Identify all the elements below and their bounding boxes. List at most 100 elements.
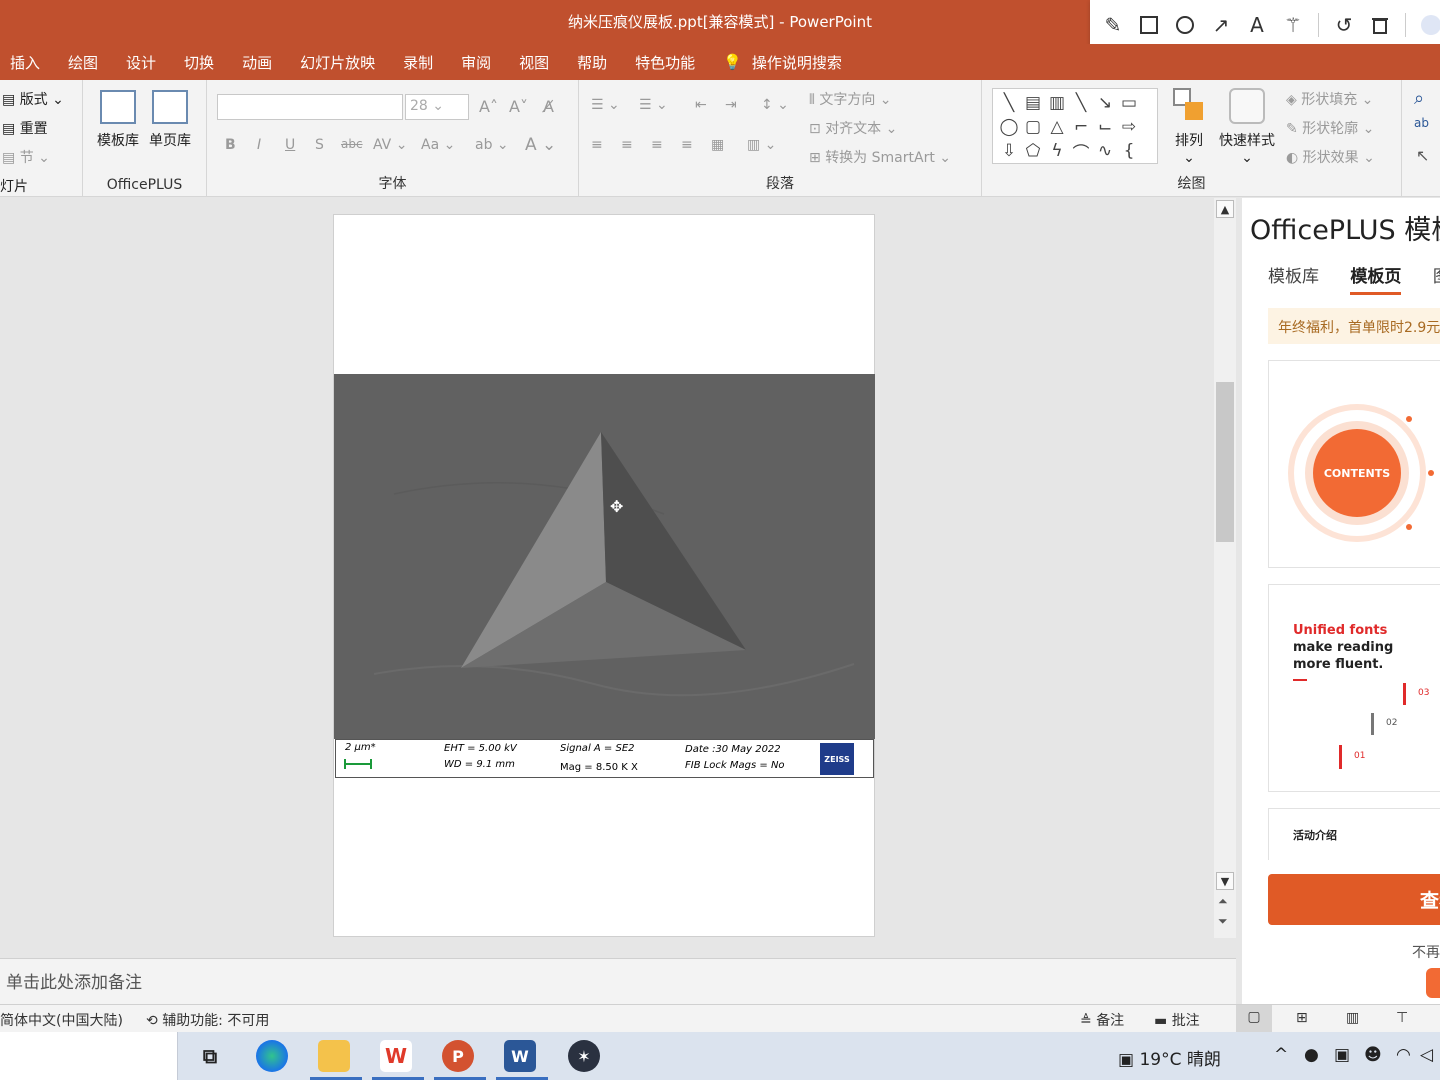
numbering-icon[interactable]: ☰ ⌄ xyxy=(639,97,668,113)
line-spacing-icon[interactable]: ↕ ⌄ xyxy=(761,97,789,113)
reading-view-icon[interactable]: ▥ xyxy=(1346,1010,1359,1026)
rounded-rect-shape-icon[interactable]: ▢ xyxy=(1021,115,1045,139)
align-text-button[interactable]: ⊡ 对齐文本 ⌄ xyxy=(809,118,897,138)
comments-toggle[interactable]: ▬ 批注 xyxy=(1154,1010,1200,1030)
decrease-indent-icon[interactable]: ⇤ xyxy=(695,97,707,113)
oval-shape-icon[interactable]: ◯ xyxy=(997,115,1021,139)
elbow-shape-icon[interactable]: ⌙ xyxy=(1093,115,1117,139)
convert-smartart-button[interactable]: ⊞ 转换为 SmartArt ⌄ xyxy=(809,147,951,167)
text-icon[interactable]: A xyxy=(1246,13,1268,37)
textbox-shape-icon[interactable]: ▤ xyxy=(1021,91,1045,115)
distribute-icon[interactable]: ▦ xyxy=(711,137,724,153)
line-shape-icon[interactable]: ╲ xyxy=(997,91,1021,115)
pencil-icon[interactable]: ✎ xyxy=(1102,13,1124,37)
tab-draw[interactable]: 绘图 xyxy=(68,52,98,73)
taskbar-search[interactable] xyxy=(0,1032,178,1080)
microphone-icon[interactable]: ● xyxy=(1304,1045,1319,1065)
notes-pane[interactable]: 单击此处添加备注 xyxy=(0,958,1236,1004)
lightning-shape-icon[interactable]: ϟ xyxy=(1045,139,1069,163)
triangle-shape-icon[interactable]: △ xyxy=(1045,115,1069,139)
highlight-icon[interactable]: ab ⌄ xyxy=(475,137,509,153)
quick-styles-button[interactable]: 快速样式 ⌄ xyxy=(1216,88,1278,166)
scroll-thumb[interactable] xyxy=(1216,382,1234,542)
arrow-shape-icon[interactable]: ↘ xyxy=(1093,91,1117,115)
tab-view[interactable]: 视图 xyxy=(519,52,549,73)
undo-icon[interactable]: ↺ xyxy=(1333,13,1355,37)
page-library-button[interactable]: 单页库 xyxy=(147,90,193,150)
magic-wand-icon[interactable]: ⚚ xyxy=(1282,13,1304,37)
font-shrink-icon[interactable]: A˅ xyxy=(509,97,528,116)
panel-tab-library[interactable]: 模板库 xyxy=(1268,267,1319,287)
shapes-gallery[interactable]: ╲ ▤ ▥ ╲ ↘ ▭ ◯ ▢ △ ⌐ ⌙ ⇨ ⇩ ⬠ ϟ ⌒ ∿{ xyxy=(992,88,1158,164)
tab-insert[interactable]: 插入 xyxy=(10,52,40,73)
arrow-icon[interactable]: ↗ xyxy=(1210,13,1232,37)
tell-me-search[interactable]: 操作说明搜索 xyxy=(752,52,842,73)
brace-shape-icon[interactable]: { xyxy=(1117,139,1141,163)
view-button[interactable]: 查看 xyxy=(1268,874,1440,925)
normal-view-icon[interactable]: ▢ xyxy=(1236,1005,1272,1032)
language-status[interactable]: 简体中文(中国大陆) xyxy=(0,1010,123,1030)
scroll-up-icon[interactable]: ▲ xyxy=(1216,200,1234,218)
rect-shape-icon[interactable]: ▭ xyxy=(1117,91,1141,115)
font-name-field[interactable] xyxy=(217,94,403,120)
font-grow-icon[interactable]: A˄ xyxy=(479,97,498,116)
wifi-icon[interactable]: ◠ xyxy=(1396,1045,1411,1065)
panel-tab-pages[interactable]: 模板页 xyxy=(1350,267,1402,295)
arc-shape-icon[interactable]: ⌒ xyxy=(1069,139,1093,164)
clear-format-icon[interactable]: A̸ xyxy=(543,97,554,116)
columns-icon[interactable]: ▥ ⌄ xyxy=(747,137,776,153)
curve-shape-icon[interactable]: ∿ xyxy=(1093,139,1117,163)
tab-help[interactable]: 帮助 xyxy=(577,52,607,73)
arrange-button[interactable]: 排列 ⌄ xyxy=(1168,88,1210,166)
officeplus-badge-icon[interactable] xyxy=(1426,968,1440,998)
task-view-icon[interactable]: ⧉ xyxy=(194,1040,226,1072)
increase-indent-icon[interactable]: ⇥ xyxy=(725,97,737,113)
dismiss-link[interactable]: 不再 xyxy=(1412,942,1440,962)
notes-toggle[interactable]: ≜ 备注 xyxy=(1080,1010,1124,1030)
select-icon[interactable]: ↖ xyxy=(1416,146,1429,165)
file-explorer-icon[interactable] xyxy=(318,1040,350,1072)
promo-banner[interactable]: 年终福利，首单限时2.9元 xyxy=(1268,308,1440,344)
line2-shape-icon[interactable]: ╲ xyxy=(1069,91,1093,115)
weather-widget[interactable]: ▣ 19°C 晴朗 xyxy=(1118,1045,1221,1070)
italic-icon[interactable]: I xyxy=(257,137,261,153)
circle-icon[interactable] xyxy=(1174,14,1196,36)
shape-fill-button[interactable]: ◈ 形状填充 ⌄ xyxy=(1286,89,1373,109)
prev-slide-icon[interactable]: ⏶ xyxy=(1218,894,1228,909)
snip-shape-icon[interactable]: ⬠ xyxy=(1021,139,1045,163)
align-center-icon[interactable]: ≡ xyxy=(621,137,633,153)
connector-shape-icon[interactable]: ⌐ xyxy=(1069,115,1093,139)
font-size-field[interactable]: 28 ⌄ xyxy=(405,94,469,120)
strikethrough-icon[interactable]: abc xyxy=(341,137,363,151)
app-icon[interactable]: ✶ xyxy=(568,1040,600,1072)
tray-user-icon[interactable]: ☻ xyxy=(1364,1045,1382,1065)
font-color-icon[interactable]: A ⌄ xyxy=(525,135,556,155)
char-spacing-icon[interactable]: AV ⌄ xyxy=(373,137,407,153)
tray-app-icon[interactable]: ▣ xyxy=(1334,1045,1350,1065)
justify-icon[interactable]: ≡ xyxy=(681,137,693,153)
vtextbox-shape-icon[interactable]: ▥ xyxy=(1045,91,1069,115)
avatar[interactable] xyxy=(1420,14,1440,36)
shape-effects-button[interactable]: ◐ 形状效果 ⌄ xyxy=(1286,147,1375,167)
trash-icon[interactable] xyxy=(1369,14,1391,36)
tab-transitions[interactable]: 切换 xyxy=(184,52,214,73)
down-arrow-shape-icon[interactable]: ⇩ xyxy=(997,139,1021,163)
shadow-icon[interactable]: S xyxy=(315,137,324,153)
shape-outline-button[interactable]: ✎ 形状轮廓 ⌄ xyxy=(1286,118,1374,138)
reset-button[interactable]: ▤ 重置 xyxy=(2,118,48,138)
template-card[interactable]: CONTENTS xyxy=(1268,360,1440,568)
template-card[interactable]: 活动介绍 xyxy=(1268,808,1440,860)
template-card[interactable]: Unified fonts make reading more fluent. … xyxy=(1268,584,1440,792)
align-right-icon[interactable]: ≡ xyxy=(651,137,663,153)
tray-expand-icon[interactable]: ^ xyxy=(1274,1045,1288,1065)
section-button[interactable]: ▤ 节 ⌄ xyxy=(2,147,50,167)
powerpoint-icon[interactable]: P xyxy=(442,1040,474,1072)
underline-icon[interactable]: U xyxy=(285,137,295,153)
scroll-down-icon[interactable]: ▼ xyxy=(1216,872,1234,890)
slide-sorter-icon[interactable]: ⊞ xyxy=(1296,1010,1308,1026)
edge-icon[interactable] xyxy=(256,1040,288,1072)
sem-image[interactable]: ✥ xyxy=(334,374,875,739)
replace-icon[interactable]: ab xyxy=(1414,116,1429,130)
bold-icon[interactable]: B xyxy=(225,137,236,153)
change-case-icon[interactable]: Aa ⌄ xyxy=(421,137,455,153)
